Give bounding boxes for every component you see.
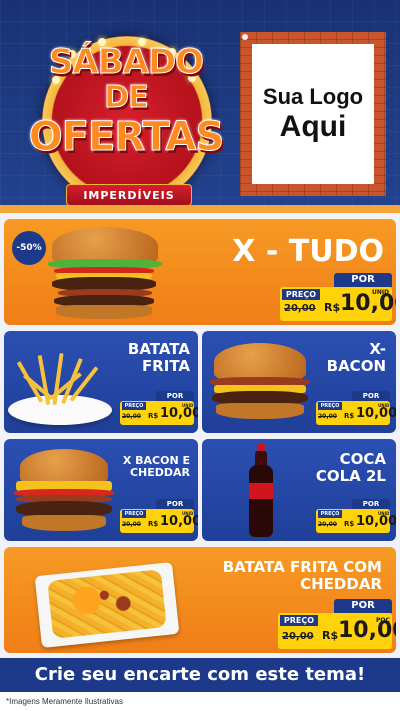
preco-label: PREÇO [280,615,318,626]
price-tag: POR PREÇO 20,00 R$ 10,00 UNID [120,499,198,533]
product-name-line-2: CHEDDAR [129,466,190,480]
currency-symbol: R$ [322,629,339,642]
discount-badge: -50% [12,231,46,265]
current-price: 10,00 [356,514,396,529]
unit-label: UNID [378,403,390,408]
price-box: PREÇO 20,00 R$ 10,00 POÇ [278,613,396,649]
burger-x-bacon-image [208,343,312,427]
price-tag: POR PREÇO 20,00 R$ 10,00 UNID [120,391,198,425]
product-name: BATATA FRITA COM CHEDDAR [223,559,382,593]
product-name-line-1: COCA [339,450,386,468]
disclaimer-note: *Imagens Meramente Ilustrativas [0,692,400,711]
current-price: 10,00 [356,406,396,421]
preco-label: PREÇO [318,402,342,410]
product-card-x-bacon-cheddar[interactable]: X BACON E CHEDDAR POR PREÇO 20,00 R$ 10,… [4,439,198,541]
price-tag: POR PREÇO 20,00 R$ 10,00 UNID [280,273,396,321]
product-card-x-bacon[interactable]: X- BACON POR PREÇO 20,00 R$ 10,00 UNID [202,331,396,433]
headline-de: DE [104,80,149,116]
current-price: 10,00 [160,406,198,421]
unit-label: UNID [372,289,390,296]
unit-label: UNID [182,403,194,408]
por-label: POR [156,499,194,509]
logo-text-line-1: Sua Logo [262,84,364,109]
old-price: 20,00 [122,413,141,420]
unit-label: UNID [182,511,194,516]
product-card-coca-cola[interactable]: COCA COLA 2L POR PREÇO 20,00 R$ 10,00 UN… [202,439,396,541]
preco-label: PREÇO [122,510,146,518]
unit-label: UNID [378,511,390,516]
cheddar-fries-image [34,555,180,649]
product-name-line-1: BATATA [127,340,190,358]
logo-placeholder-frame: Sua Logo Aqui [240,32,386,196]
price-tag: POR PREÇO 20,00 R$ 10,00 UNID [316,391,396,425]
product-name-line-2: CHEDDAR [300,574,382,593]
por-label: POR [352,391,390,401]
pin-icon [242,34,248,40]
cta-banner[interactable]: Crie seu encarte com este tema! [0,658,400,692]
por-label: POR [352,499,390,509]
current-price: 10,00 [160,514,198,529]
logo-placeholder[interactable]: Sua Logo Aqui [252,44,374,184]
price-tag: POR PREÇO 20,00 R$ 10,00 POÇ [278,599,396,649]
currency-symbol: R$ [344,412,355,420]
old-price: 20,00 [318,413,337,420]
preco-label: PREÇO [122,402,146,410]
preco-label: PREÇO [318,510,342,518]
por-label: POR [334,273,392,287]
old-price: 20,00 [284,303,316,314]
product-name-line-2: FRITA [141,356,190,375]
offers-marquee-logo: SÁBADO DE OFERTAS IMPERDÍVEIS [28,36,225,205]
product-name: X- BACON [327,341,386,375]
old-price: 20,00 [318,521,337,528]
product-card-batata-frita[interactable]: BATATA FRITA POR PREÇO 20,00 R$ 10,00 UN… [4,331,198,433]
burger-bacon-cheddar-image [10,449,118,537]
product-name-line-2: BACON [326,356,386,375]
product-name: X - TUDO [232,234,384,269]
currency-symbol: R$ [148,520,159,528]
price-box: PREÇO 20,00 R$ 10,00 UNID [280,287,396,321]
product-name-line-2: COLA 2L [315,466,386,485]
product-name-line-1: BATATA FRITA COM [222,558,382,576]
french-fries-image [8,349,114,431]
product-card-x-tudo[interactable]: -50% X - TUDO POR PREÇO 20,00 R$ 10,00 U… [4,219,396,325]
tagline-imperdiveis: IMPERDÍVEIS [66,184,192,205]
currency-symbol: R$ [344,520,355,528]
product-name: COCA COLA 2L [316,451,386,485]
headline-sabado: SÁBADO [48,42,204,83]
orange-divider [0,205,400,213]
old-price: 20,00 [282,631,314,642]
price-tag: POR PREÇO 20,00 R$ 10,00 UNID [316,499,396,533]
product-name: X BACON E CHEDDAR [123,454,190,480]
header-banner: SÁBADO DE OFERTAS IMPERDÍVEIS Sua Logo A… [0,0,400,205]
price-box: PREÇO 20,00 R$ 10,00 UNID [316,401,396,425]
soda-bottle-image [246,443,276,539]
old-price: 20,00 [122,521,141,528]
burger-x-tudo-image [44,225,166,321]
headline-ofertas: OFERTAS [28,114,225,161]
product-name: BATATA FRITA [128,341,190,375]
product-name-line-1: X- [369,340,386,358]
unit-label: POÇ [376,617,390,624]
por-label: POR [156,391,194,401]
currency-symbol: R$ [324,301,341,314]
price-box: PREÇO 20,00 R$ 10,00 UNID [120,509,198,533]
preco-label: PREÇO [282,289,320,300]
por-label: POR [334,599,392,613]
logo-text-line-2: Aqui [279,110,347,143]
currency-symbol: R$ [148,412,159,420]
price-box: PREÇO 20,00 R$ 10,00 UNID [120,401,198,425]
price-box: PREÇO 20,00 R$ 10,00 UNID [316,509,396,533]
product-card-batata-cheddar[interactable]: BATATA FRITA COM CHEDDAR POR PREÇO 20,00… [4,547,396,653]
